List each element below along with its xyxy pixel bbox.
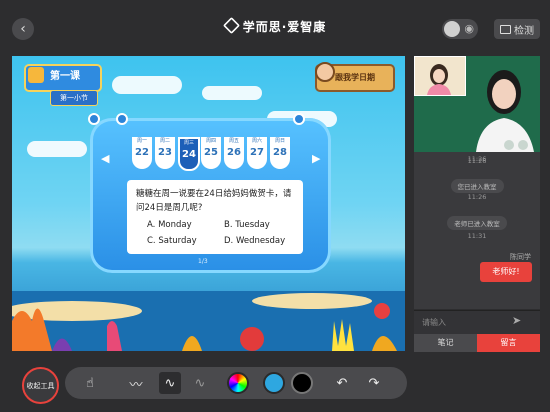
student-video <box>414 56 466 96</box>
tab-notes[interactable]: 笔记 <box>414 334 477 352</box>
pen-fade-icon[interactable]: ∿ <box>189 372 211 394</box>
chat-system-message: 老师已进入教室 <box>414 211 540 230</box>
toggle-knob <box>444 21 460 37</box>
chat-bubble: 老师好! <box>480 262 532 282</box>
prev-arrow-icon[interactable]: ◀ <box>101 152 109 165</box>
color-wheel-icon[interactable] <box>227 372 249 394</box>
calendar-day[interactable]: 周四 25 <box>201 137 221 169</box>
calendar-day-selected[interactable]: 周三 24 <box>178 137 200 171</box>
pen-icon[interactable]: 〰 <box>125 372 147 394</box>
calendar-day[interactable]: 周五 26 <box>224 137 244 169</box>
topic-sign: 跟我学日期 <box>315 62 395 92</box>
chat-timestamp: 11:26 <box>467 193 487 201</box>
color-swatch-blue[interactable] <box>263 372 285 394</box>
collapse-tools-button[interactable]: 收起工具 <box>22 367 59 404</box>
undo-icon[interactable]: ↶ <box>331 372 353 394</box>
detect-button[interactable]: 检测 <box>494 19 540 39</box>
hand-pointer-icon[interactable]: ☝ <box>79 372 101 394</box>
option-d[interactable]: D. Wednesday <box>224 236 285 246</box>
send-icon[interactable]: ➤ <box>512 314 521 327</box>
drawing-toolbar: ☝ 〰 ∿ ∿ ↶ ↷ <box>65 367 407 399</box>
next-arrow-icon[interactable]: ▶ <box>312 152 320 165</box>
eye-toggle[interactable]: ◉ <box>442 19 478 39</box>
pin-icon <box>293 113 305 125</box>
student-avatar <box>415 57 465 95</box>
pin-icon <box>116 113 128 125</box>
option-a[interactable]: A. Monday <box>147 220 192 230</box>
monitor-icon <box>500 24 511 34</box>
color-swatch-black[interactable] <box>291 372 313 394</box>
microphone-icon[interactable] <box>518 140 528 150</box>
option-b[interactable]: B. Tuesday <box>224 220 270 230</box>
question-card: 糖糖在周一说要在24日给妈妈做贺卡，请问24日是周几呢? A. Monday B… <box>127 180 303 254</box>
eye-icon: ◉ <box>464 22 474 35</box>
seabed-decoration <box>12 291 405 351</box>
lesson-title: 第一课 <box>50 71 80 82</box>
page-indicator: 1/3 <box>198 258 208 265</box>
chat-system-message: 您已进入教室 <box>414 174 540 193</box>
courseware-stage: 第一课 第一小节 跟我学日期 ◀ ▶ 周一 22 周二 23 周三 24 周四 25 周… <box>12 56 405 351</box>
tab-message[interactable]: 留言 <box>477 334 540 352</box>
lesson-icon <box>28 67 44 83</box>
chat-timestamp: 11:26 <box>467 157 487 165</box>
calendar-day[interactable]: 周日 28 <box>270 137 290 169</box>
calendar-day[interactable]: 周六 27 <box>247 137 267 169</box>
chat-timestamp: 11:31 <box>467 232 487 240</box>
question-text: 糖糖在周一说要在24日给妈妈做贺卡，请问24日是周几呢? <box>136 189 292 213</box>
logo-icon <box>222 17 240 34</box>
section-badge: 第一小节 <box>50 90 98 106</box>
camera-icon[interactable] <box>504 140 514 150</box>
calendar-day[interactable]: 周一 22 <box>132 137 152 169</box>
pin-icon <box>88 113 100 125</box>
chat-panel: 11:26 11:26 您已进入教室 11:26 老师已进入教室 11:31 <box>414 152 540 309</box>
pen-thin-icon[interactable]: ∿ <box>159 372 181 394</box>
girl-avatar-icon <box>315 62 335 82</box>
redo-icon[interactable]: ↷ <box>363 372 385 394</box>
calendar-day[interactable]: 周二 23 <box>155 137 175 169</box>
message-sender: 陈同学 <box>510 253 531 261</box>
option-c[interactable]: C. Saturday <box>147 236 197 246</box>
